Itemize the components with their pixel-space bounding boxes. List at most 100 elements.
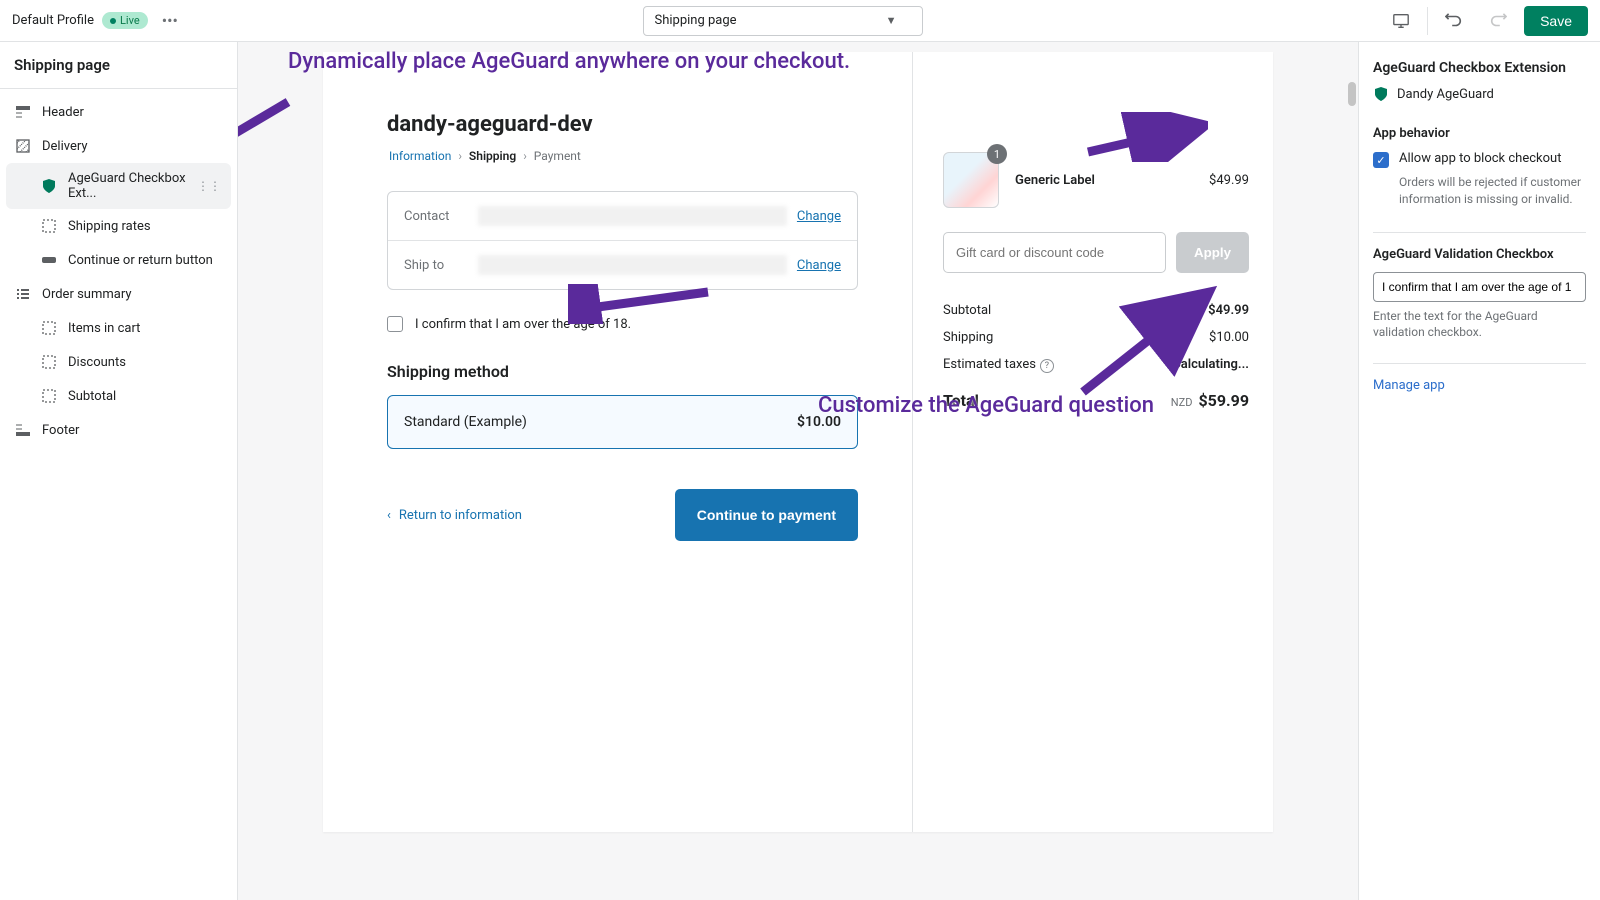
chevron-left-icon: ‹ bbox=[387, 508, 391, 523]
contact-value-redacted bbox=[478, 206, 787, 226]
divider bbox=[1427, 7, 1428, 35]
change-shipto-link[interactable]: Change bbox=[797, 258, 841, 273]
sidebar-item-continue-return[interactable]: Continue or return button bbox=[0, 243, 237, 277]
ageguard-confirm-row[interactable]: I confirm that I am over the age of 18. bbox=[387, 316, 858, 332]
sidebar-item-label: Items in cart bbox=[68, 321, 140, 336]
return-link[interactable]: ‹ Return to information bbox=[387, 508, 522, 523]
sidebar-item-label: Header bbox=[42, 105, 84, 120]
confirm-checkbox[interactable] bbox=[387, 316, 403, 332]
subtotal-value: $49.99 bbox=[1208, 303, 1249, 318]
breadcrumb-shipping: Shipping bbox=[467, 149, 518, 163]
tax-value: Calculating... bbox=[1172, 357, 1249, 373]
return-label: Return to information bbox=[399, 508, 522, 523]
sidebar-item-items-in-cart[interactable]: Items in cart bbox=[0, 311, 237, 345]
info-icon[interactable]: ? bbox=[1040, 359, 1054, 373]
sidebar: Shipping page Header Delivery AgeGuard C… bbox=[0, 42, 238, 900]
chevron-right-icon: › bbox=[456, 149, 464, 163]
shipping-label: Shipping bbox=[943, 330, 993, 345]
sidebar-item-order-summary[interactable]: Order summary bbox=[0, 277, 237, 311]
allow-block-checkbox[interactable]: ✓ bbox=[1373, 152, 1389, 168]
undo-icon[interactable] bbox=[1436, 5, 1472, 37]
confirm-text: I confirm that I am over the age of 18. bbox=[415, 317, 631, 332]
shipping-option-label: Standard (Example) bbox=[404, 414, 527, 430]
divider bbox=[1373, 363, 1586, 364]
live-badge: Live bbox=[102, 12, 148, 29]
sidebar-item-label: Shipping rates bbox=[68, 219, 151, 234]
product-name: Generic Label bbox=[1015, 173, 1193, 188]
shipping-method-option[interactable]: Standard (Example) $10.00 bbox=[387, 395, 858, 449]
validation-text-input[interactable] bbox=[1373, 272, 1586, 302]
scrollbar[interactable] bbox=[1344, 42, 1358, 900]
sidebar-item-delivery[interactable]: Delivery bbox=[0, 129, 237, 163]
contact-label: Contact bbox=[404, 209, 468, 224]
apply-button[interactable]: Apply bbox=[1176, 232, 1249, 273]
sidebar-item-label: Discounts bbox=[68, 355, 126, 370]
placeholder-icon bbox=[40, 217, 58, 235]
placeholder-icon bbox=[40, 319, 58, 337]
settings-panel: AgeGuard Checkbox Extension Dandy AgeGua… bbox=[1358, 42, 1600, 900]
shield-icon bbox=[40, 177, 58, 195]
subtotal-label: Subtotal bbox=[943, 303, 991, 318]
qty-badge: 1 bbox=[987, 144, 1007, 164]
chevron-down-icon: ▼ bbox=[886, 14, 897, 27]
sidebar-item-label: Subtotal bbox=[68, 389, 116, 404]
shield-icon bbox=[1373, 86, 1389, 102]
discount-input[interactable] bbox=[943, 232, 1166, 273]
list-icon bbox=[14, 285, 32, 303]
button-icon bbox=[40, 251, 58, 269]
continue-button[interactable]: Continue to payment bbox=[675, 489, 858, 541]
sidebar-item-ageguard[interactable]: AgeGuard Checkbox Ext... ⋮⋮ bbox=[6, 163, 231, 209]
app-identity: Dandy AgeGuard bbox=[1373, 86, 1586, 102]
cart-item: 1 Generic Label $49.99 bbox=[943, 82, 1249, 208]
redo-icon[interactable] bbox=[1480, 5, 1516, 37]
shipping-value: $10.00 bbox=[1209, 330, 1249, 345]
arrow-icon bbox=[238, 92, 298, 182]
sidebar-item-shipping-rates[interactable]: Shipping rates bbox=[0, 209, 237, 243]
validation-title: AgeGuard Validation Checkbox bbox=[1373, 247, 1586, 262]
placeholder-icon bbox=[40, 387, 58, 405]
page-selector[interactable]: Shipping page ▼ bbox=[643, 6, 923, 36]
breadcrumb: Information › Shipping › Payment bbox=[387, 149, 858, 163]
sidebar-item-label: AgeGuard Checkbox Ext... bbox=[68, 171, 217, 201]
checkout-preview: dandy-ageguard-dev Information › Shippin… bbox=[323, 52, 1273, 832]
sidebar-item-subtotal[interactable]: Subtotal bbox=[0, 379, 237, 413]
allow-block-row[interactable]: ✓ Allow app to block checkout bbox=[1373, 151, 1586, 168]
breadcrumb-info[interactable]: Information bbox=[387, 149, 453, 163]
allow-block-label: Allow app to block checkout bbox=[1399, 151, 1561, 166]
product-price: $49.99 bbox=[1209, 173, 1249, 188]
total-value: NZD$59.99 bbox=[1171, 391, 1249, 410]
header-icon bbox=[14, 103, 32, 121]
sidebar-title: Shipping page bbox=[0, 42, 237, 89]
sidebar-item-header[interactable]: Header bbox=[0, 95, 237, 129]
shipping-method-title: Shipping method bbox=[387, 362, 858, 381]
sidebar-item-discounts[interactable]: Discounts bbox=[0, 345, 237, 379]
total-label: Total bbox=[943, 391, 979, 410]
change-contact-link[interactable]: Change bbox=[797, 209, 841, 224]
breadcrumb-payment: Payment bbox=[532, 149, 583, 163]
page-selector-label: Shipping page bbox=[654, 13, 736, 28]
footer-icon bbox=[14, 421, 32, 439]
more-icon[interactable]: ••• bbox=[156, 11, 184, 30]
desktop-icon[interactable] bbox=[1383, 5, 1419, 37]
shipto-value-redacted bbox=[478, 255, 787, 275]
sidebar-item-footer[interactable]: Footer bbox=[0, 413, 237, 447]
contact-shipto-box: Contact Change Ship to Change bbox=[387, 191, 858, 290]
drag-handle-icon[interactable]: ⋮⋮ bbox=[197, 179, 221, 193]
chevron-right-icon: › bbox=[521, 149, 529, 163]
tax-label: Estimated taxes? bbox=[943, 357, 1054, 373]
divider bbox=[1373, 232, 1586, 233]
shipping-option-price: $10.00 bbox=[797, 414, 841, 430]
save-button[interactable]: Save bbox=[1524, 6, 1588, 36]
sidebar-item-label: Delivery bbox=[42, 139, 88, 154]
canvas: Dynamically place AgeGuard anywhere on y… bbox=[238, 42, 1358, 900]
manage-app-link[interactable]: Manage app bbox=[1373, 378, 1586, 393]
validation-help: Enter the text for the AgeGuard validati… bbox=[1373, 308, 1586, 342]
topbar: Default Profile Live ••• Shipping page ▼… bbox=[0, 0, 1600, 42]
shipto-label: Ship to bbox=[404, 258, 468, 273]
profile-name: Default Profile bbox=[12, 13, 94, 28]
section-icon bbox=[14, 137, 32, 155]
sidebar-item-label: Footer bbox=[42, 423, 79, 438]
store-title: dandy-ageguard-dev bbox=[387, 112, 858, 137]
sidebar-item-label: Order summary bbox=[42, 287, 132, 302]
placeholder-icon bbox=[40, 353, 58, 371]
